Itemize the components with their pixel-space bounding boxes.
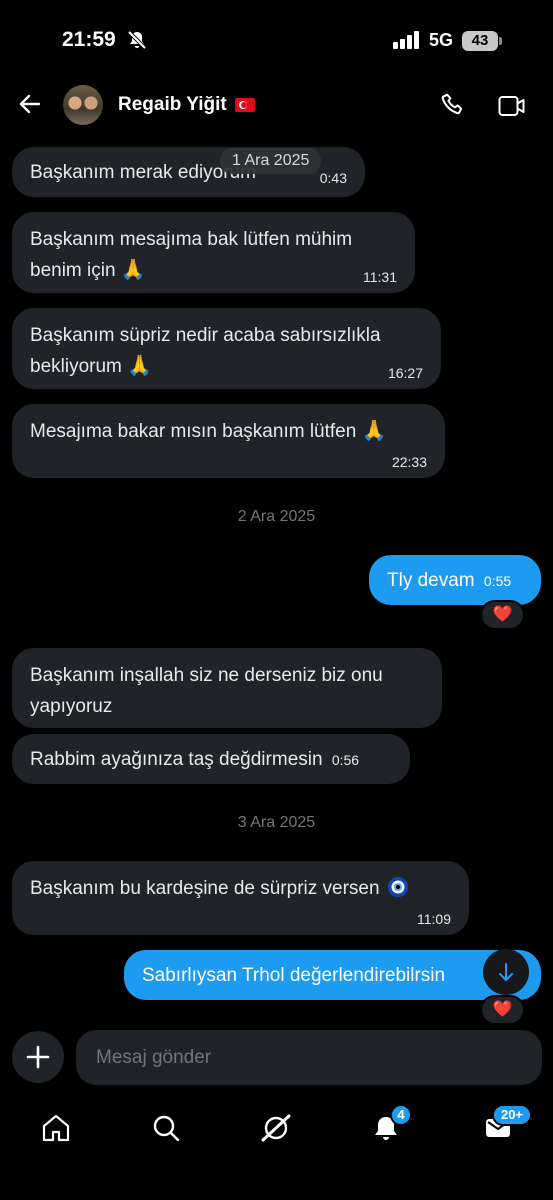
- floating-date-chip: 1 Ara 2025: [220, 148, 322, 174]
- message-text: Başkanım mesajıma bak lütfen mühim benim…: [30, 224, 352, 286]
- date-separator: 3 Ara 2025: [237, 814, 316, 831]
- message-line: benim için: [30, 260, 116, 281]
- status-time: 21:59: [62, 28, 116, 51]
- contact-name[interactable]: Regaib Yiğit: [118, 94, 227, 116]
- message-line: yapıyoruz: [30, 696, 113, 717]
- back-arrow-icon[interactable]: [18, 92, 42, 116]
- messages-badge: 20+: [492, 1104, 532, 1126]
- message-bubble-incoming[interactable]: Başkanım bu kardeşine de sürpriz versen …: [12, 861, 469, 935]
- nav-search[interactable]: [146, 1108, 186, 1148]
- arrow-down-icon: [499, 963, 513, 981]
- message-text: Mesajıma bakar mısın başkanım lütfen 🙏: [30, 416, 387, 447]
- network-type: 5G: [429, 30, 454, 50]
- message-line: Başkanım bu kardeşine de sürpriz versen: [30, 878, 380, 899]
- message-text: Başkanım inşallah siz ne derseniz biz on…: [30, 660, 383, 722]
- message-time: 16:27: [387, 365, 423, 381]
- message-bubble-incoming[interactable]: Mesajıma bakar mısın başkanım lütfen 🙏 2…: [12, 404, 445, 478]
- message-line: Rabbim ayağınıza taş değdirmesin: [30, 749, 323, 770]
- turkey-flag-icon: [235, 98, 255, 112]
- heart-reaction[interactable]: ❤️: [480, 600, 525, 630]
- message-line: Başkanım süpriz nedir acaba sabırsızlıkl…: [30, 325, 381, 346]
- add-attachment-button[interactable]: [12, 1031, 64, 1083]
- avatar[interactable]: [63, 85, 103, 125]
- message-line: bekliyorum: [30, 356, 122, 377]
- message-input[interactable]: [96, 1044, 516, 1072]
- message-time: 22:33: [391, 454, 427, 470]
- phone-call-icon[interactable]: [440, 92, 466, 118]
- message-bubble-incoming[interactable]: Başkanım süpriz nedir acaba sabırsızlıkl…: [12, 308, 441, 389]
- praying-hands-emoji: 🙏: [361, 420, 387, 442]
- nav-grok[interactable]: [256, 1108, 296, 1148]
- message-composer[interactable]: [76, 1030, 542, 1085]
- nav-notifications[interactable]: 4: [366, 1104, 412, 1148]
- signal-icon: [393, 31, 419, 49]
- message-time: 0:55: [483, 573, 512, 589]
- message-line: Başkanım inşallah siz ne derseniz biz on…: [30, 665, 383, 686]
- bell-off-icon: [127, 30, 147, 50]
- video-call-icon[interactable]: [498, 94, 526, 118]
- message-time: 11:09: [417, 911, 451, 927]
- heart-reaction[interactable]: ❤️: [480, 995, 525, 1025]
- nav-home[interactable]: [36, 1108, 76, 1148]
- message-time: 0:43: [319, 170, 347, 186]
- plus-icon: [26, 1045, 50, 1069]
- message-text: Rabbim ayağınıza taş değdirmesin 0:56: [30, 744, 359, 776]
- date-separator: 2 Ara 2025: [237, 508, 316, 525]
- message-text: Tly devam 0:55: [387, 565, 511, 597]
- message-bubble-incoming[interactable]: Başkanım mesajıma bak lütfen mühim benim…: [12, 212, 415, 293]
- message-time: 11:31: [363, 269, 397, 285]
- battery-tip: [499, 37, 502, 45]
- message-time: 0:56: [331, 752, 360, 768]
- message-bubble-incoming[interactable]: Başkanım inşallah siz ne derseniz biz on…: [12, 648, 442, 728]
- battery-icon: 43: [462, 31, 498, 51]
- message-text: Sabırlıysan Trhol değerlendirebilrsin: [142, 965, 446, 986]
- message-bubble-outgoing[interactable]: Tly devam 0:55: [369, 555, 541, 605]
- grok-icon: [261, 1114, 291, 1142]
- message-bubble-outgoing[interactable]: Sabırlıysan Trhol değerlendirebilrsin: [124, 950, 541, 1000]
- praying-hands-emoji: 🙏: [127, 355, 153, 377]
- message-line: Tly devam: [387, 570, 475, 591]
- notifications-badge: 4: [390, 1104, 412, 1126]
- message-line: Mesajıma bakar mısın başkanım lütfen: [30, 421, 357, 442]
- message-bubble-incoming[interactable]: Rabbim ayağınıza taş değdirmesin 0:56: [12, 734, 410, 784]
- search-icon: [153, 1115, 180, 1142]
- evil-eye-emoji: [387, 877, 408, 897]
- message-text: Başkanım bu kardeşine de sürpriz versen: [30, 873, 409, 904]
- praying-hands-emoji: 🙏: [120, 259, 146, 281]
- message-line: Başkanım mesajıma bak lütfen mühim: [30, 229, 353, 250]
- home-icon: [42, 1114, 70, 1142]
- scroll-to-bottom-button[interactable]: [483, 949, 529, 995]
- message-text: Başkanım süpriz nedir acaba sabırsızlıkl…: [30, 320, 381, 382]
- nav-messages[interactable]: 20+: [478, 1104, 532, 1148]
